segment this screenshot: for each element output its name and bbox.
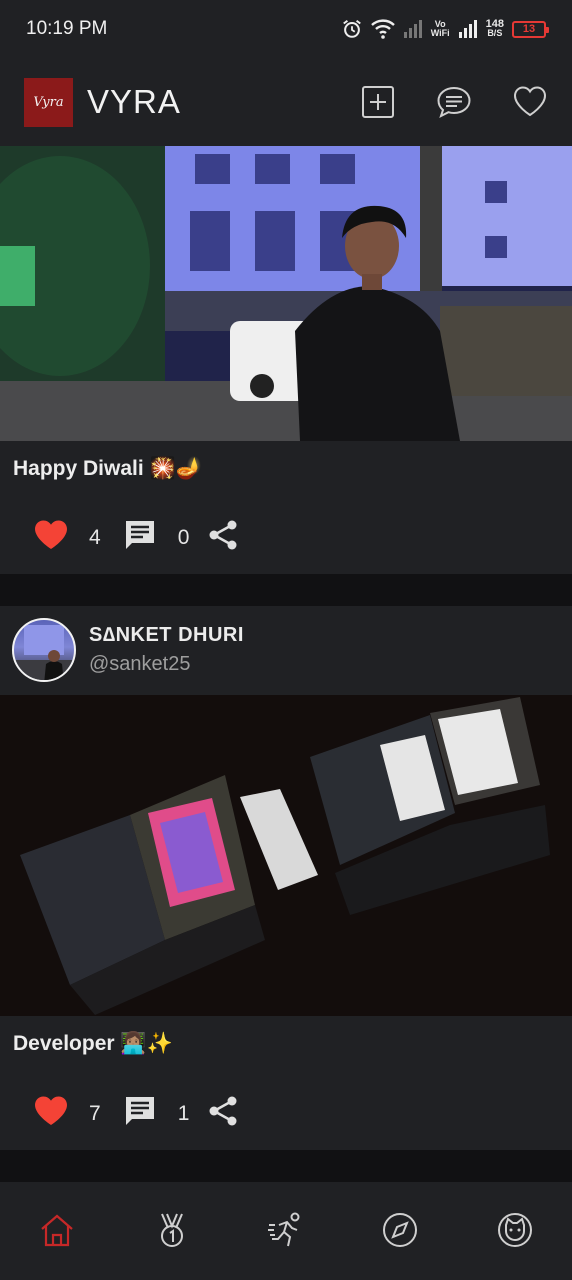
post-actions: 7 1 — [34, 1094, 239, 1133]
vowifi-label: Vo WiFi — [430, 19, 450, 38]
comment-icon — [125, 1097, 154, 1125]
share-button[interactable] — [207, 1095, 239, 1132]
share-icon — [209, 520, 237, 550]
heart-filled-icon — [35, 1096, 67, 1125]
post-card: S∆NKET DHURI @sanket25 Developer 👩🏽‍💻✨ 7 — [0, 606, 572, 1150]
signal-icon — [458, 20, 477, 38]
like-button[interactable] — [34, 519, 68, 556]
home-icon[interactable] — [38, 1211, 76, 1249]
author-name[interactable]: S∆NKET DHURI — [89, 624, 244, 647]
header-actions — [360, 84, 548, 120]
net-speed: 148 B/S — [485, 18, 504, 38]
run-icon[interactable] — [267, 1211, 305, 1249]
post-image[interactable] — [0, 146, 572, 441]
comment-button[interactable] — [123, 1094, 157, 1133]
post-caption: Happy Diwali 🎇🪔 — [13, 457, 202, 480]
heart-filled-icon — [35, 520, 67, 549]
status-time: 10:19 PM — [26, 18, 108, 39]
post-card: Happy Diwali 🎇🪔 4 0 — [0, 146, 572, 574]
comment-count: 0 — [177, 525, 190, 549]
alarm-icon — [342, 19, 361, 38]
status-bar: 10:19 PM Vo WiFi 148 B/S 13 — [0, 0, 572, 58]
like-count: 7 — [89, 1101, 101, 1125]
comment-button[interactable] — [123, 518, 157, 557]
comment-icon — [125, 521, 154, 549]
next-post-card — [0, 1182, 572, 1190]
add-post-icon[interactable] — [360, 84, 396, 120]
heart-icon[interactable] — [512, 84, 548, 120]
bottom-nav — [0, 1190, 572, 1280]
battery-indicator: 13 — [512, 20, 549, 38]
like-button[interactable] — [34, 1095, 68, 1132]
signal-weak-icon — [403, 20, 422, 38]
messages-icon[interactable] — [436, 84, 472, 120]
comment-count: 1 — [177, 1101, 190, 1125]
post-image[interactable] — [0, 695, 572, 1016]
app-title: VYRA — [87, 83, 181, 120]
author-text: S∆NKET DHURI @sanket25 — [89, 624, 244, 676]
app-header: Vyra VYRA — [0, 58, 572, 146]
cat-face-icon[interactable] — [496, 1211, 534, 1249]
post-author[interactable]: S∆NKET DHURI @sanket25 — [12, 618, 244, 682]
compass-icon[interactable] — [381, 1211, 419, 1249]
status-icons: Vo WiFi 148 B/S 13 — [341, 18, 549, 40]
wifi-icon — [370, 19, 395, 39]
avatar[interactable] — [12, 618, 76, 682]
share-icon — [209, 1096, 237, 1126]
post-actions: 4 0 — [34, 518, 239, 557]
medal-icon[interactable] — [153, 1211, 191, 1249]
share-button[interactable] — [207, 519, 239, 556]
app-logo[interactable]: Vyra — [24, 77, 73, 127]
post-caption: Developer 👩🏽‍💻✨ — [13, 1032, 173, 1055]
author-handle: @sanket25 — [89, 653, 191, 675]
like-count: 4 — [89, 525, 101, 549]
